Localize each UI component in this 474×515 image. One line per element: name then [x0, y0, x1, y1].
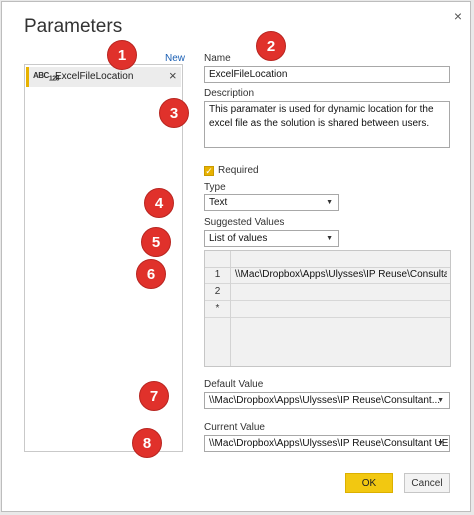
required-label: Required	[218, 165, 259, 176]
chevron-down-icon: ▼	[437, 397, 444, 404]
current-value-select[interactable]: \\Mac\Dropbox\Apps\Ulysses\IP Reuse\Cons…	[204, 435, 450, 452]
row-number: 1	[205, 267, 231, 283]
values-grid: 1 \\Mac\Dropbox\Apps\Ulysses\IP Reuse\Co…	[204, 250, 451, 367]
callout-marker-1: 1	[107, 40, 137, 70]
callout-marker-4: 4	[144, 188, 174, 218]
callout-marker-6: 6	[136, 259, 166, 289]
callout-marker-5: 5	[141, 227, 171, 257]
callout-marker-2: 2	[256, 31, 286, 61]
callout-marker-8: 8	[132, 428, 162, 458]
new-parameter-link[interactable]: New	[165, 53, 185, 64]
description-label: Description	[204, 88, 255, 99]
default-value-select-value: \\Mac\Dropbox\Apps\Ulysses\IP Reuse\Cons…	[209, 395, 441, 406]
parameters-dialog: Parameters × New ABC123 ExcelFileLocatio…	[1, 1, 471, 512]
ok-button[interactable]: OK	[345, 473, 393, 493]
type-label: Type	[204, 182, 226, 193]
default-value-label: Default Value	[204, 379, 264, 390]
required-checkbox[interactable]: ✓	[204, 166, 214, 176]
callout-marker-3: 3	[159, 98, 189, 128]
suggested-values-label: Suggested Values	[204, 217, 285, 228]
grid-header	[205, 251, 450, 268]
suggested-values-select-value: List of values	[209, 233, 268, 244]
row-number: *	[205, 301, 231, 317]
current-value-select-value: \\Mac\Dropbox\Apps\Ulysses\IP Reuse\Cons…	[209, 438, 449, 449]
table-row: 1 \\Mac\Dropbox\Apps\Ulysses\IP Reuse\Co…	[205, 267, 450, 284]
callout-marker-7: 7	[139, 381, 169, 411]
cancel-button[interactable]: Cancel	[404, 473, 450, 493]
remove-parameter-icon[interactable]: ×	[169, 68, 177, 83]
name-label: Name	[204, 53, 231, 64]
row-value-cell[interactable]	[235, 284, 447, 300]
table-row: 2	[205, 284, 450, 301]
chevron-down-icon: ▼	[326, 199, 333, 206]
row-number: 2	[205, 284, 231, 300]
row-value-cell[interactable]: \\Mac\Dropbox\Apps\Ulysses\IP Reuse\Cons…	[235, 267, 447, 283]
type-select-value: Text	[209, 197, 228, 208]
description-textarea[interactable]: This paramater is used for dynamic locat…	[204, 101, 450, 148]
suggested-values-select[interactable]: List of values ▼	[204, 230, 339, 247]
name-input[interactable]: ExcelFileLocation	[204, 66, 450, 83]
current-value-label: Current Value	[204, 422, 265, 433]
default-value-select[interactable]: \\Mac\Dropbox\Apps\Ulysses\IP Reuse\Cons…	[204, 392, 450, 409]
parameter-list-item[interactable]: ABC123 ExcelFileLocation ×	[26, 67, 181, 87]
parameter-item-label: ExcelFileLocation	[55, 71, 134, 82]
close-icon[interactable]: ×	[448, 6, 468, 26]
chevron-down-icon: ▼	[326, 235, 333, 242]
type-select[interactable]: Text ▼	[204, 194, 339, 211]
dialog-title: Parameters	[24, 16, 123, 37]
row-value-cell[interactable]	[235, 301, 447, 317]
table-row: *	[205, 301, 450, 318]
chevron-down-icon: ▼	[437, 440, 444, 447]
